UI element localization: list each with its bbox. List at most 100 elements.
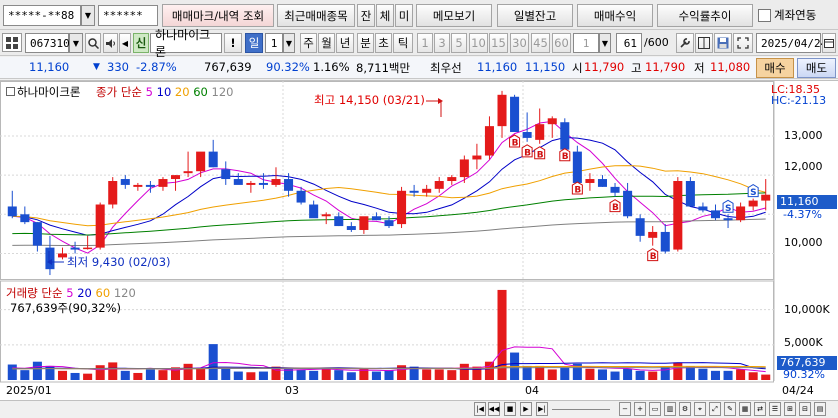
scroll-last-icon[interactable]: ▶| bbox=[536, 402, 548, 416]
volume-bar bbox=[246, 372, 256, 380]
candle-body bbox=[70, 247, 80, 250]
date-field[interactable]: 2025/04/24 bbox=[756, 33, 827, 53]
zoom-in-icon[interactable]: + bbox=[634, 402, 646, 416]
fullscreen-icon[interactable] bbox=[733, 33, 753, 53]
trade-mark-b: B bbox=[647, 248, 659, 262]
period-second-tab[interactable]: 초 bbox=[375, 33, 392, 53]
zoom-out-icon[interactable]: − bbox=[619, 402, 631, 416]
sell-button[interactable]: 매도 bbox=[797, 58, 836, 78]
chart-stock-title: 하나마이크론 bbox=[6, 84, 80, 100]
interval-45-button[interactable]: 45 bbox=[531, 33, 550, 53]
interval-count-dropdown[interactable]: ▼ bbox=[599, 33, 611, 53]
candle-body bbox=[284, 179, 294, 191]
period-week-tab[interactable]: 주 bbox=[300, 33, 317, 53]
search-icon[interactable] bbox=[85, 33, 101, 53]
trade-profit-button[interactable]: 매매수익 bbox=[577, 4, 653, 27]
tool-icon-10[interactable]: ⊞ bbox=[784, 402, 796, 416]
x-label-04: 04 bbox=[525, 384, 539, 397]
fill-button[interactable]: 체 bbox=[376, 4, 394, 27]
password-field[interactable]: ****** bbox=[98, 5, 158, 26]
ma120-label: 120 bbox=[211, 85, 234, 99]
tool-icon-1[interactable]: ▭ bbox=[649, 402, 661, 416]
profit-trend-button[interactable]: 수익률추이 bbox=[657, 4, 753, 27]
interval-30-button[interactable]: 30 bbox=[510, 33, 529, 53]
period-minute-tab[interactable]: 분 bbox=[357, 33, 374, 53]
interval-5-button[interactable]: 5 bbox=[451, 33, 467, 53]
speaker-icon[interactable] bbox=[103, 33, 118, 53]
chart-area[interactable]: BBBBBBBSS 하나마이크론 종가 단순 5 10 20 60 120 LC… bbox=[0, 80, 838, 418]
interval-1-button[interactable]: 1 bbox=[417, 33, 433, 53]
candle-body bbox=[334, 216, 344, 227]
memo-button[interactable]: 메모보기 bbox=[416, 4, 492, 27]
volume-bar bbox=[296, 369, 306, 380]
candle-body bbox=[171, 175, 181, 180]
account-link-checkbox[interactable] bbox=[758, 9, 771, 22]
volume-title: 거래량 bbox=[6, 286, 38, 300]
interval-15-button[interactable]: 15 bbox=[489, 33, 508, 53]
daily-balance-button[interactable]: 일별잔고 bbox=[497, 4, 573, 27]
price-panel-stock-name: 하나마이크론 bbox=[17, 85, 81, 99]
balance-button[interactable]: 잔 bbox=[357, 4, 375, 27]
prev-stock-arrow-icon[interactable]: ◀ bbox=[119, 33, 131, 53]
split-view-icon[interactable] bbox=[695, 33, 713, 53]
calendar-icon[interactable] bbox=[822, 33, 836, 53]
trade-mark-b: B bbox=[571, 181, 583, 196]
settings-wrench-icon[interactable] bbox=[676, 33, 694, 53]
interval-10-button[interactable]: 10 bbox=[469, 33, 488, 53]
volume-bar bbox=[208, 344, 218, 380]
account-dropdown-arrow[interactable]: ▼ bbox=[81, 5, 95, 26]
unfilled-button[interactable]: 미 bbox=[395, 4, 413, 27]
tool-icon-3[interactable]: ⚙ bbox=[679, 402, 691, 416]
volume-bar bbox=[761, 374, 771, 380]
interval-count-field[interactable]: 1 bbox=[573, 33, 599, 53]
volume-bar bbox=[346, 372, 356, 380]
period-month-tab[interactable]: 월 bbox=[318, 33, 335, 53]
save-icon[interactable] bbox=[714, 33, 732, 53]
account-number-field[interactable]: *****-**88 bbox=[3, 5, 81, 26]
period-value-field[interactable]: 1 bbox=[265, 33, 283, 53]
chart-toolbar: 067310 ▼ ◀ 신 하나마이크론 ! 일 1 ▼ 주 월 년 분 초 틱 … bbox=[0, 28, 838, 59]
display-count-field[interactable]: 61 bbox=[616, 33, 642, 53]
scroll-first-icon[interactable]: |◀ bbox=[474, 402, 486, 416]
period-year-tab[interactable]: 년 bbox=[336, 33, 354, 53]
best-bid-price: 11,150 bbox=[525, 60, 566, 74]
stock-name-field[interactable]: 하나마이크론 bbox=[150, 28, 222, 59]
tool-icon-6[interactable]: ✎ bbox=[724, 402, 736, 416]
candle-body bbox=[183, 171, 193, 174]
interval-3-button[interactable]: 3 bbox=[434, 33, 450, 53]
tool-icon-4[interactable]: ⌖ bbox=[694, 402, 706, 416]
tool-icon-8[interactable]: ⇄ bbox=[754, 402, 766, 416]
grid-icon[interactable] bbox=[2, 33, 22, 52]
vma60-label: 60 bbox=[95, 286, 111, 300]
tool-icon-7[interactable]: ▦ bbox=[739, 402, 751, 416]
scroll-stop-icon[interactable]: ■ bbox=[504, 402, 516, 416]
zoom-slider[interactable] bbox=[552, 409, 610, 410]
panel-menu-icon[interactable] bbox=[6, 87, 15, 96]
candle-body bbox=[359, 216, 369, 230]
buy-button[interactable]: 매수 bbox=[756, 58, 794, 78]
vol-y-tick-10000k: 10,000K bbox=[784, 303, 830, 316]
grid-layer bbox=[0, 81, 775, 383]
stock-code-field[interactable]: 067310 bbox=[25, 33, 70, 53]
tool-icon-5[interactable]: ⤢ bbox=[709, 402, 721, 416]
tool-icon-9[interactable]: ☰ bbox=[769, 402, 781, 416]
tool-icon-11[interactable]: ⊟ bbox=[799, 402, 811, 416]
volume-bar bbox=[610, 371, 620, 380]
volume-bar bbox=[371, 371, 381, 380]
interval-60-button[interactable]: 60 bbox=[552, 33, 571, 53]
period-day-tab[interactable]: 일 bbox=[245, 33, 263, 53]
tool-icon-12[interactable]: ▤ bbox=[814, 402, 826, 416]
alert-button[interactable]: ! bbox=[224, 33, 242, 53]
stock-code-dropdown[interactable]: ▼ bbox=[69, 33, 83, 53]
candle-body bbox=[710, 210, 721, 219]
price-volume-chart[interactable]: BB B BBBBSS bbox=[0, 81, 838, 418]
new-listing-badge: 신 bbox=[133, 33, 149, 53]
period-value-dropdown[interactable]: ▼ bbox=[283, 33, 295, 53]
scroll-next-icon[interactable]: ▶ bbox=[520, 402, 532, 416]
scroll-prev-icon[interactable]: ◀◀ bbox=[488, 402, 500, 416]
trade-mark-button[interactable]: 매매마크/내역 조회 bbox=[162, 4, 274, 27]
tool-icon-2[interactable]: ▥ bbox=[664, 402, 676, 416]
period-tick-tab[interactable]: 틱 bbox=[393, 33, 413, 53]
candle-body bbox=[258, 182, 268, 185]
recent-items-button[interactable]: 최근매매종목 bbox=[277, 4, 355, 27]
